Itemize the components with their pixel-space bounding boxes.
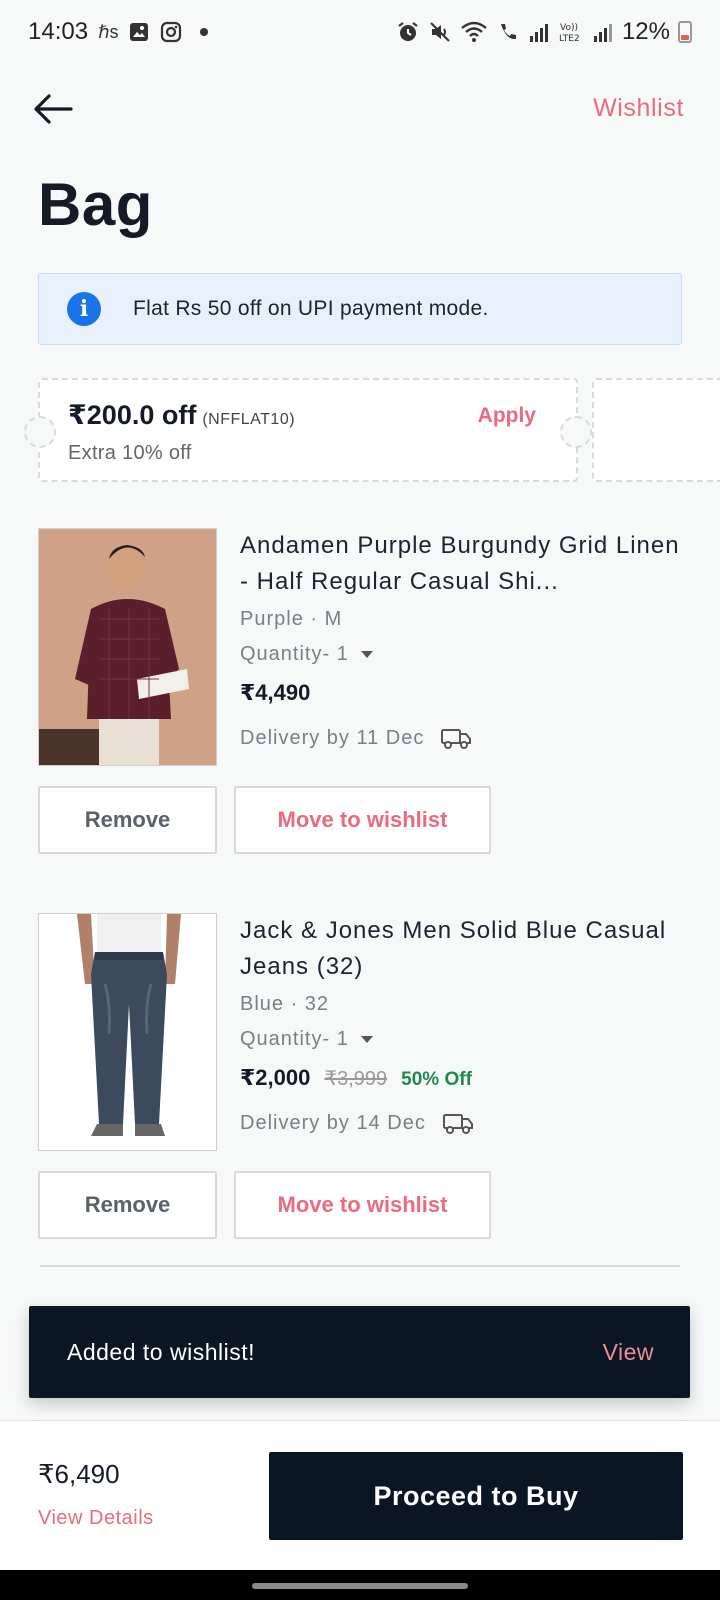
quantity-label: Quantity- 1 [240, 1028, 349, 1050]
system-nav-bar [0, 1570, 720, 1600]
divider [40, 1265, 680, 1267]
product-discount: 50% Off [401, 1069, 472, 1090]
wifi-icon [461, 21, 487, 42]
remove-button[interactable]: Remove [38, 786, 217, 854]
signal-2-icon [593, 24, 612, 42]
product-image[interactable] [38, 913, 217, 1151]
svg-text:LTE2: LTE2 [559, 34, 580, 44]
coupon-description: Extra 10% off [68, 442, 192, 464]
svg-text:Vo)): Vo)) [560, 23, 578, 33]
delivery-info: Delivery by 14 Dec [240, 1111, 680, 1135]
header: Wishlist [0, 64, 720, 154]
instagram-icon [161, 21, 182, 43]
coupon-card-next[interactable] [592, 378, 720, 482]
quantity-label: Quantity- 1 [240, 643, 349, 665]
truck-icon [442, 1114, 473, 1134]
coupon-amount: ₹200.0 off (NFFLAT10) [68, 400, 295, 431]
wifi-call-icon [500, 24, 516, 40]
wishlist-link[interactable]: Wishlist [593, 94, 684, 123]
dot-icon [200, 28, 209, 36]
jeans-model-image [39, 914, 216, 1150]
price-row: ₹4,490 [240, 680, 680, 706]
back-button[interactable] [28, 84, 78, 134]
truck-icon [441, 729, 472, 749]
total-price: ₹6,490 [38, 1459, 120, 1489]
gallery-icon [130, 23, 149, 41]
coupon-amount-value: ₹200.0 off [68, 400, 197, 430]
remove-button[interactable]: Remove [38, 1171, 217, 1239]
delivery-info: Delivery by 11 Dec [240, 726, 680, 750]
move-to-wishlist-button[interactable]: Move to wishlist [234, 1171, 491, 1239]
quantity-selector[interactable]: Quantity- 1 [240, 643, 680, 666]
status-left: 14:03 ℏs [28, 18, 209, 46]
product-variant: Purple · M [240, 608, 343, 630]
snackbar-view-button[interactable]: View [603, 1339, 654, 1366]
price-row: ₹2,000 ₹3,999 50% Off [240, 1065, 680, 1091]
quantity-selector[interactable]: Quantity- 1 [240, 1028, 680, 1051]
delivery-text: Delivery by 14 Dec [240, 1111, 426, 1134]
delivery-text: Delivery by 11 Dec [240, 726, 425, 749]
signal-1-icon [529, 24, 548, 42]
product-info: Jack & Jones Men Solid Blue Casual Jeans… [240, 913, 680, 1135]
alarm-icon [398, 22, 418, 41]
shirt-model-image [39, 529, 216, 765]
move-to-wishlist-button[interactable]: Move to wishlist [234, 786, 491, 854]
product-image[interactable] [38, 528, 217, 766]
hs-notification-icon: ℏs [98, 21, 119, 42]
view-details-link[interactable]: View Details [38, 1507, 154, 1530]
home-indicator[interactable] [252, 1583, 468, 1589]
proceed-to-buy-button[interactable]: Proceed to Buy [269, 1452, 683, 1540]
product-name[interactable]: Andamen Purple Burgundy Grid Linen - Hal… [240, 528, 680, 600]
caret-down-icon [360, 651, 373, 658]
product-variant: Blue · 32 [240, 993, 330, 1015]
status-bar: 14:03 ℏs Vo)) LTE2 12% [0, 0, 720, 64]
snackbar-message: Added to wishlist! [67, 1338, 255, 1365]
info-icon: i [67, 292, 101, 326]
back-arrow-icon [34, 94, 73, 124]
product-mrp: ₹3,999 [324, 1068, 388, 1090]
mute-icon [430, 22, 450, 42]
checkout-bar: ₹6,490 View Details Proceed to Buy [0, 1420, 720, 1570]
info-banner: i Flat Rs 50 off on UPI payment mode. [38, 273, 682, 345]
product-price: ₹4,490 [240, 680, 311, 705]
product-price: ₹2,000 [240, 1065, 311, 1090]
volte-icon: Vo))LTE2 [559, 23, 580, 44]
coupon-code: (NFFLAT10) [202, 411, 296, 428]
product-name[interactable]: Jack & Jones Men Solid Blue Casual Jeans… [240, 913, 680, 985]
item-actions: Remove Move to wishlist [38, 1171, 491, 1239]
item-actions: Remove Move to wishlist [38, 786, 491, 854]
battery-percent: 12% [621, 18, 670, 45]
coupon-card[interactable]: ₹200.0 off (NFFLAT10) Extra 10% off Apply [24, 378, 592, 482]
status-right: Vo)) LTE2 12% [396, 18, 692, 46]
snackbar: Added to wishlist! View [29, 1306, 690, 1398]
caret-down-icon [360, 1036, 373, 1043]
product-info: Andamen Purple Burgundy Grid Linen - Hal… [240, 528, 680, 750]
status-time: 14:03 [28, 18, 89, 45]
page-title: Bag [38, 171, 153, 238]
coupon-apply-button[interactable]: Apply [478, 404, 536, 428]
info-text: Flat Rs 50 off on UPI payment mode. [133, 297, 489, 320]
battery-icon [678, 21, 692, 43]
